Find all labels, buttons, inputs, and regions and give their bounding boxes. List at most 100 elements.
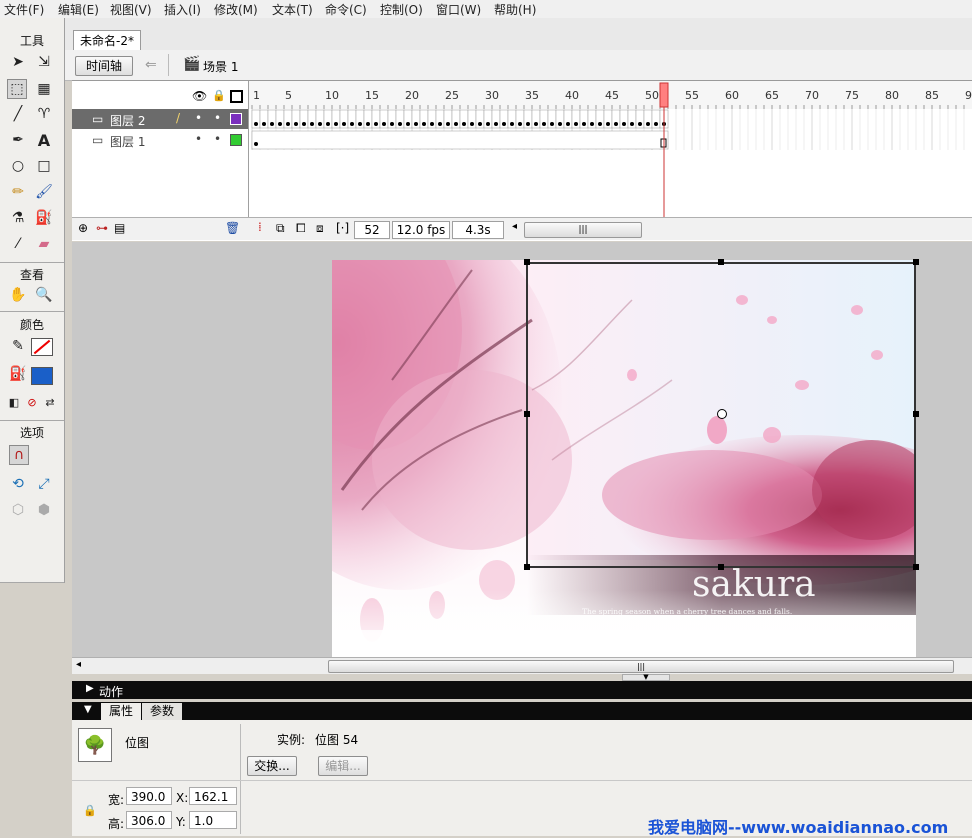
delete-layer-icon[interactable]: 🗑 — [225, 221, 240, 235]
stage-area[interactable]: sakura The spring season when a cherry t… — [72, 242, 972, 657]
rotate-skew-icon[interactable]: ⟲ — [8, 474, 28, 494]
scene-label[interactable]: 场景 1 — [203, 58, 238, 75]
transform-handle[interactable] — [913, 564, 919, 570]
document-tab[interactable]: 未命名-2* — [73, 30, 141, 50]
scale-icon[interactable]: ⤢ — [34, 474, 54, 494]
menu-view[interactable]: 视图(V) — [110, 1, 152, 18]
keyframe-dot[interactable] — [446, 122, 450, 126]
modify-markers-icon[interactable]: [·] — [336, 221, 349, 235]
timeline-toggle-button[interactable]: 时间轴 — [75, 56, 133, 76]
keyframe-dot[interactable] — [406, 122, 410, 126]
keyframe-dot[interactable] — [526, 122, 530, 126]
oval-tool-icon[interactable]: ○ — [8, 156, 28, 176]
onion-skin-icon[interactable]: ⧉ — [276, 221, 285, 236]
pencil-icon[interactable]: ✏ — [8, 182, 28, 202]
keyframe-dot[interactable] — [430, 122, 434, 126]
center-frame-icon[interactable]: ⁞ — [258, 220, 262, 234]
line-tool-icon[interactable]: ╱ — [8, 104, 28, 124]
menu-edit[interactable]: 编辑(E) — [58, 1, 99, 18]
layer-color-swatch[interactable] — [230, 113, 242, 125]
keyframe-dot[interactable] — [542, 122, 546, 126]
stage-hscrollbar[interactable]: ◂ ||| — [72, 657, 972, 674]
keyframe-dot[interactable] — [574, 122, 578, 126]
stroke-color-swatch[interactable] — [31, 338, 53, 356]
pen-tool-icon[interactable]: ✒ — [8, 130, 28, 150]
keyframe-dot[interactable] — [342, 122, 346, 126]
keyframe-dot[interactable] — [294, 122, 298, 126]
keyframe-dot[interactable] — [358, 122, 362, 126]
eye-icon[interactable]: 👁 — [192, 89, 207, 103]
keyframe-dot[interactable] — [374, 122, 378, 126]
keyframe-dot[interactable] — [614, 122, 618, 126]
ink-bottle-icon[interactable]: ⚗ — [8, 208, 28, 228]
width-field[interactable]: 390.0 — [126, 787, 172, 805]
expand-arrow-icon[interactable]: ▶ — [86, 683, 94, 694]
layer1-frame-span[interactable] — [251, 130, 669, 150]
layer-row[interactable]: ▭ 图层 2 / • • — [72, 109, 248, 129]
keyframe-dot[interactable] — [622, 122, 626, 126]
visibility-dot[interactable]: • — [195, 111, 202, 125]
keyframe-dot[interactable] — [462, 122, 466, 126]
frame-grid[interactable]: 151015202530354045505560657075808590 — [249, 81, 972, 217]
keyframe-dot[interactable] — [350, 122, 354, 126]
collapse-arrow-icon[interactable]: ▼ — [84, 704, 92, 715]
free-transform-icon[interactable]: ⬚ — [7, 79, 27, 99]
keyframe-dot[interactable] — [326, 122, 330, 126]
scroll-left-icon[interactable]: ◂ — [512, 221, 517, 232]
default-colors-icon[interactable]: ◧ — [4, 392, 24, 412]
menu-control[interactable]: 控制(O) — [380, 1, 423, 18]
keyframe-dot[interactable] — [302, 122, 306, 126]
keyframe-dot[interactable] — [630, 122, 634, 126]
lasso-icon[interactable]: ♈ — [34, 104, 54, 124]
keyframe-dot[interactable] — [646, 122, 650, 126]
menu-help[interactable]: 帮助(H) — [494, 1, 536, 18]
keyframe-dot[interactable] — [254, 122, 258, 126]
menu-modify[interactable]: 修改(M) — [214, 1, 258, 18]
keyframe-dot[interactable] — [270, 122, 274, 126]
fill-color-swatch[interactable] — [31, 367, 53, 385]
keyframe-dot[interactable] — [278, 122, 282, 126]
paint-bucket-icon[interactable]: ⛽ — [34, 208, 54, 228]
no-color-icon[interactable]: ⊘ — [22, 392, 42, 412]
timeline-hscroll-thumb[interactable]: ||| — [524, 222, 642, 238]
lock-dot[interactable]: • — [214, 111, 221, 125]
subselection-arrow-icon[interactable]: ⇲ — [34, 52, 54, 72]
keyframe-dot[interactable] — [414, 122, 418, 126]
menu-file[interactable]: 文件(F) — [4, 1, 44, 18]
add-layer-icon[interactable]: ⊕ — [78, 221, 88, 235]
transform-handle[interactable] — [524, 564, 530, 570]
keyframe-dot[interactable] — [598, 122, 602, 126]
selection-arrow-icon[interactable]: ➤ — [8, 52, 28, 72]
lock-dot[interactable]: • — [214, 132, 221, 146]
swap-button[interactable]: 交换... — [247, 756, 297, 776]
layer-row[interactable]: ▭ 图层 1 • • — [72, 130, 248, 150]
keyframe-dot[interactable] — [534, 122, 538, 126]
transform-center-point[interactable] — [717, 409, 727, 419]
keyframe-dot[interactable] — [254, 142, 258, 146]
keyframe-dot[interactable] — [382, 122, 386, 126]
edit-multiple-icon[interactable]: ⧈ — [316, 221, 324, 236]
keyframe-dot[interactable] — [566, 122, 570, 126]
menu-insert[interactable]: 插入(I) — [164, 1, 201, 18]
keyframe-dot[interactable] — [494, 122, 498, 126]
keyframe-dot[interactable] — [398, 122, 402, 126]
keyframe-dot[interactable] — [390, 122, 394, 126]
playhead[interactable] — [659, 82, 669, 108]
actions-panel-header[interactable]: ▶ 动作 — [72, 681, 972, 699]
transform-handle[interactable] — [913, 411, 919, 417]
tab-properties[interactable]: 属性 — [101, 703, 141, 720]
keyframe-dot[interactable] — [454, 122, 458, 126]
menu-window[interactable]: 窗口(W) — [436, 1, 481, 18]
onion-outline-icon[interactable]: ⧠ — [296, 221, 306, 236]
zoom-tool-icon[interactable]: 🔍 — [34, 285, 54, 305]
keyframe-dot[interactable] — [286, 122, 290, 126]
keyframe-dot[interactable] — [366, 122, 370, 126]
outline-icon[interactable] — [230, 90, 243, 103]
transform-handle[interactable] — [913, 259, 919, 265]
height-field[interactable]: 306.0 — [126, 811, 172, 829]
keyframe-dot[interactable] — [582, 122, 586, 126]
keyframe-dot[interactable] — [438, 122, 442, 126]
brush-icon[interactable]: 🖌 — [34, 182, 54, 202]
transform-handle[interactable] — [524, 411, 530, 417]
snap-magnet-icon[interactable]: ∩ — [9, 445, 29, 465]
